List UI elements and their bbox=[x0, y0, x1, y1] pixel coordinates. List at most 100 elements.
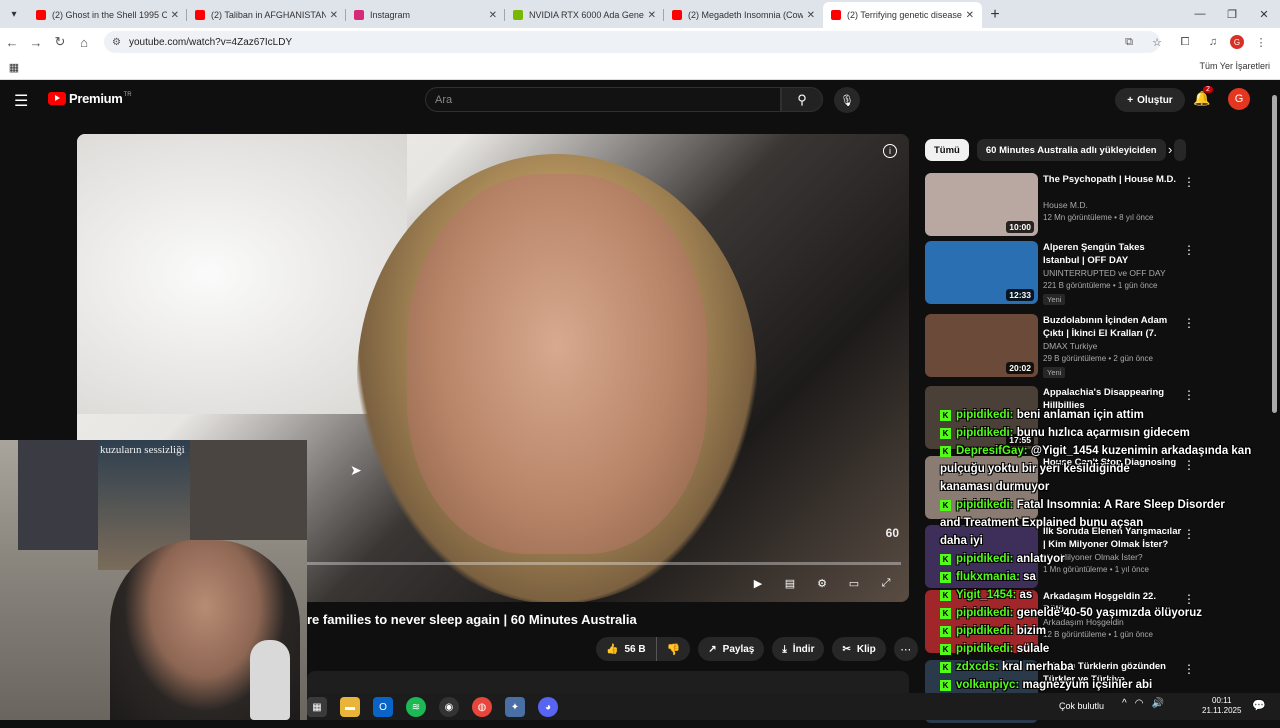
close-tab-icon[interactable]: ✕ bbox=[966, 10, 974, 21]
wifi-icon[interactable]: ◠ bbox=[1135, 698, 1144, 709]
recommendation-item[interactable]: 12:33 Alperen Şengün Takes Istanbul | OFF… bbox=[925, 241, 1260, 309]
more-vertical-icon[interactable]: ⋮ bbox=[1183, 175, 1195, 189]
recommendation-item[interactable]: 20:02 Buzdolabının İçinden Adam Çıktı | İ… bbox=[925, 314, 1260, 382]
apps-grid-icon[interactable]: ▦ bbox=[0, 61, 28, 74]
recommendation-filter-chips: Tümü 60 Minutes Australia adlı yükleyici… bbox=[925, 139, 1186, 161]
recommendation-title[interactable]: Alperen Şengün Takes Istanbul | OFF DAY bbox=[1043, 241, 1183, 267]
video-duration: 10:00 bbox=[1006, 221, 1034, 233]
kick-badge-icon: K bbox=[940, 662, 951, 673]
chat-username: pipidikedi: bbox=[956, 625, 1014, 637]
recommendation-title[interactable]: The Psychopath | House M.D. bbox=[1043, 173, 1183, 186]
browser-tab[interactable]: Instagram ✕ bbox=[346, 2, 505, 28]
scrollbar-thumb[interactable] bbox=[1272, 95, 1277, 413]
address-bar[interactable]: ⚙ youtube.com/watch?v=4Zaz67IcLDY bbox=[104, 31, 1160, 53]
clip-button[interactable]: ✂ Klip bbox=[832, 637, 886, 661]
settings-gear-icon[interactable]: ⚙ bbox=[813, 574, 831, 592]
close-window-icon[interactable]: ✕ bbox=[1248, 0, 1280, 28]
volume-icon[interactable]: 🔊 bbox=[1151, 698, 1163, 709]
more-vertical-icon[interactable]: ⋮ bbox=[1183, 243, 1195, 257]
channel-name[interactable]: UNINTERRUPTED ve OFF DAY bbox=[1043, 268, 1166, 278]
page-scrollbar[interactable] bbox=[1270, 81, 1280, 693]
tray-expand-icon[interactable]: ^ bbox=[1122, 698, 1127, 709]
browser-tab-active[interactable]: (2) Terrifying genetic disease ca ✕ bbox=[823, 2, 982, 28]
share-button[interactable]: ↗ Paylaş bbox=[698, 637, 765, 661]
chip-all[interactable]: Tümü bbox=[925, 139, 969, 161]
browser-menu-icon[interactable]: ⋮ bbox=[1250, 31, 1272, 53]
chips-next-icon[interactable]: › bbox=[1168, 142, 1172, 157]
system-clock[interactable]: 00:11 21.11.2025 bbox=[1202, 696, 1241, 716]
windows-taskbar: ▦ ▬ O ≋ ◉ ◍ ✦ ◕ Çok bulutlu ^ ◠ 🔊 00:11 … bbox=[307, 693, 1280, 720]
channel-name[interactable]: DMAX Turkiye bbox=[1043, 341, 1097, 351]
youtube-premium-logo[interactable]: Premium TR bbox=[48, 91, 132, 106]
obs-icon[interactable]: ◉ bbox=[439, 697, 459, 717]
close-tab-icon[interactable]: ✕ bbox=[807, 10, 815, 21]
search-button[interactable]: ⚲ bbox=[781, 87, 823, 112]
profile-avatar[interactable]: G bbox=[1230, 35, 1244, 49]
progress-bar[interactable] bbox=[307, 562, 901, 565]
theater-mode-icon[interactable]: ▭ bbox=[845, 574, 863, 592]
app-icon[interactable]: ✦ bbox=[505, 697, 525, 717]
notification-center-icon[interactable]: 💬 bbox=[1252, 699, 1266, 712]
fullscreen-icon[interactable]: ⤢ bbox=[877, 574, 895, 592]
media-controls-icon[interactable]: ♫ bbox=[1202, 31, 1224, 53]
close-tab-icon[interactable]: ✕ bbox=[489, 10, 497, 21]
recommendation-title[interactable]: Buzdolabının İçinden Adam Çıktı | İkinci… bbox=[1043, 314, 1183, 341]
recommendation-item[interactable]: 10:00 The Psychopath | House M.D. House M.… bbox=[925, 173, 1260, 241]
browser-tab[interactable]: NVIDIA RTX 6000 Ada Generatio ✕ bbox=[505, 2, 664, 28]
install-app-icon[interactable]: ⧉ bbox=[1118, 31, 1140, 53]
store-icon[interactable]: ▦ bbox=[307, 697, 327, 717]
spotify-icon[interactable]: ≋ bbox=[406, 697, 426, 717]
notifications-button[interactable]: 🔔 2 bbox=[1193, 86, 1213, 107]
chat-message: daha iyi bbox=[940, 532, 1280, 550]
download-button[interactable]: ⤓ İndir bbox=[772, 637, 825, 661]
all-bookmarks[interactable]: Tüm Yer İşaretleri bbox=[1199, 61, 1270, 71]
back-icon[interactable]: ← bbox=[0, 30, 24, 54]
discord-icon[interactable]: ◕ bbox=[538, 697, 558, 717]
close-tab-icon[interactable]: ✕ bbox=[648, 10, 656, 21]
dislike-button[interactable]: 👎 bbox=[657, 637, 691, 661]
home-icon[interactable]: ⌂ bbox=[72, 30, 96, 54]
tab-search-icon[interactable]: ▾ bbox=[0, 0, 28, 28]
more-vertical-icon[interactable]: ⋮ bbox=[1183, 316, 1195, 330]
voice-search-button[interactable]: 🎙 bbox=[834, 87, 860, 113]
extensions-icon[interactable]: ⧠ bbox=[1174, 31, 1196, 53]
more-actions-button[interactable]: ⋯ bbox=[893, 637, 918, 661]
browser-tab[interactable]: (2) Megadeth Insomnia (Cowbo ✕ bbox=[664, 2, 823, 28]
restore-icon[interactable]: ❐ bbox=[1216, 0, 1248, 28]
create-label: Oluştur bbox=[1137, 94, 1173, 106]
forward-icon[interactable]: → bbox=[24, 30, 48, 54]
bookmark-star-icon[interactable]: ☆ bbox=[1146, 31, 1168, 53]
chip-from-uploader[interactable]: 60 Minutes Australia adlı yükleyiciden bbox=[976, 139, 1166, 161]
video-thumbnail[interactable]: 12:33 bbox=[925, 241, 1038, 304]
outlook-icon[interactable]: O bbox=[373, 697, 393, 717]
minimize-icon[interactable]: — bbox=[1184, 0, 1216, 28]
video-title: re families to never sleep again | 60 Mi… bbox=[307, 612, 637, 627]
like-button[interactable]: 👍 56 B bbox=[596, 637, 657, 661]
plus-icon: + bbox=[1127, 94, 1134, 106]
close-tab-icon[interactable]: ✕ bbox=[330, 10, 338, 21]
autoplay-toggle-icon[interactable]: ▶ bbox=[749, 574, 767, 592]
system-tray: ^ ◠ 🔊 bbox=[1122, 698, 1164, 709]
info-icon[interactable]: i bbox=[883, 144, 897, 158]
account-avatar[interactable]: G bbox=[1228, 88, 1250, 110]
search-input[interactable]: Ara bbox=[425, 87, 781, 112]
chat-username: pipidikedi: bbox=[956, 643, 1014, 655]
video-thumbnail[interactable]: 10:00 bbox=[925, 173, 1038, 236]
subtitles-icon[interactable]: ▤ bbox=[781, 574, 799, 592]
close-tab-icon[interactable]: ✕ bbox=[171, 10, 179, 21]
hamburger-menu-icon[interactable]: ☰ bbox=[14, 91, 28, 111]
channel-name[interactable]: House M.D. bbox=[1043, 200, 1088, 210]
chrome-icon[interactable]: ◍ bbox=[472, 697, 492, 717]
new-tab-button[interactable]: + bbox=[982, 2, 1008, 28]
weather-widget[interactable]: Çok bulutlu bbox=[1059, 701, 1104, 711]
video-thumbnail[interactable]: 20:02 bbox=[925, 314, 1038, 377]
site-info-icon[interactable]: ⚙ bbox=[112, 37, 121, 48]
browser-tab[interactable]: (2) Taliban in AFGHANISTAN ca ✕ bbox=[187, 2, 346, 28]
create-button[interactable]: + Oluştur bbox=[1115, 88, 1185, 112]
reload-icon[interactable]: ↻ bbox=[48, 30, 72, 54]
more-vertical-icon[interactable]: ⋮ bbox=[1183, 388, 1195, 402]
description-box[interactable] bbox=[307, 671, 909, 693]
chip-partial[interactable] bbox=[1173, 139, 1186, 161]
browser-tab[interactable]: (2) Ghost in the Shell 1995 Ope ✕ bbox=[28, 2, 187, 28]
file-explorer-icon[interactable]: ▬ bbox=[340, 697, 360, 717]
